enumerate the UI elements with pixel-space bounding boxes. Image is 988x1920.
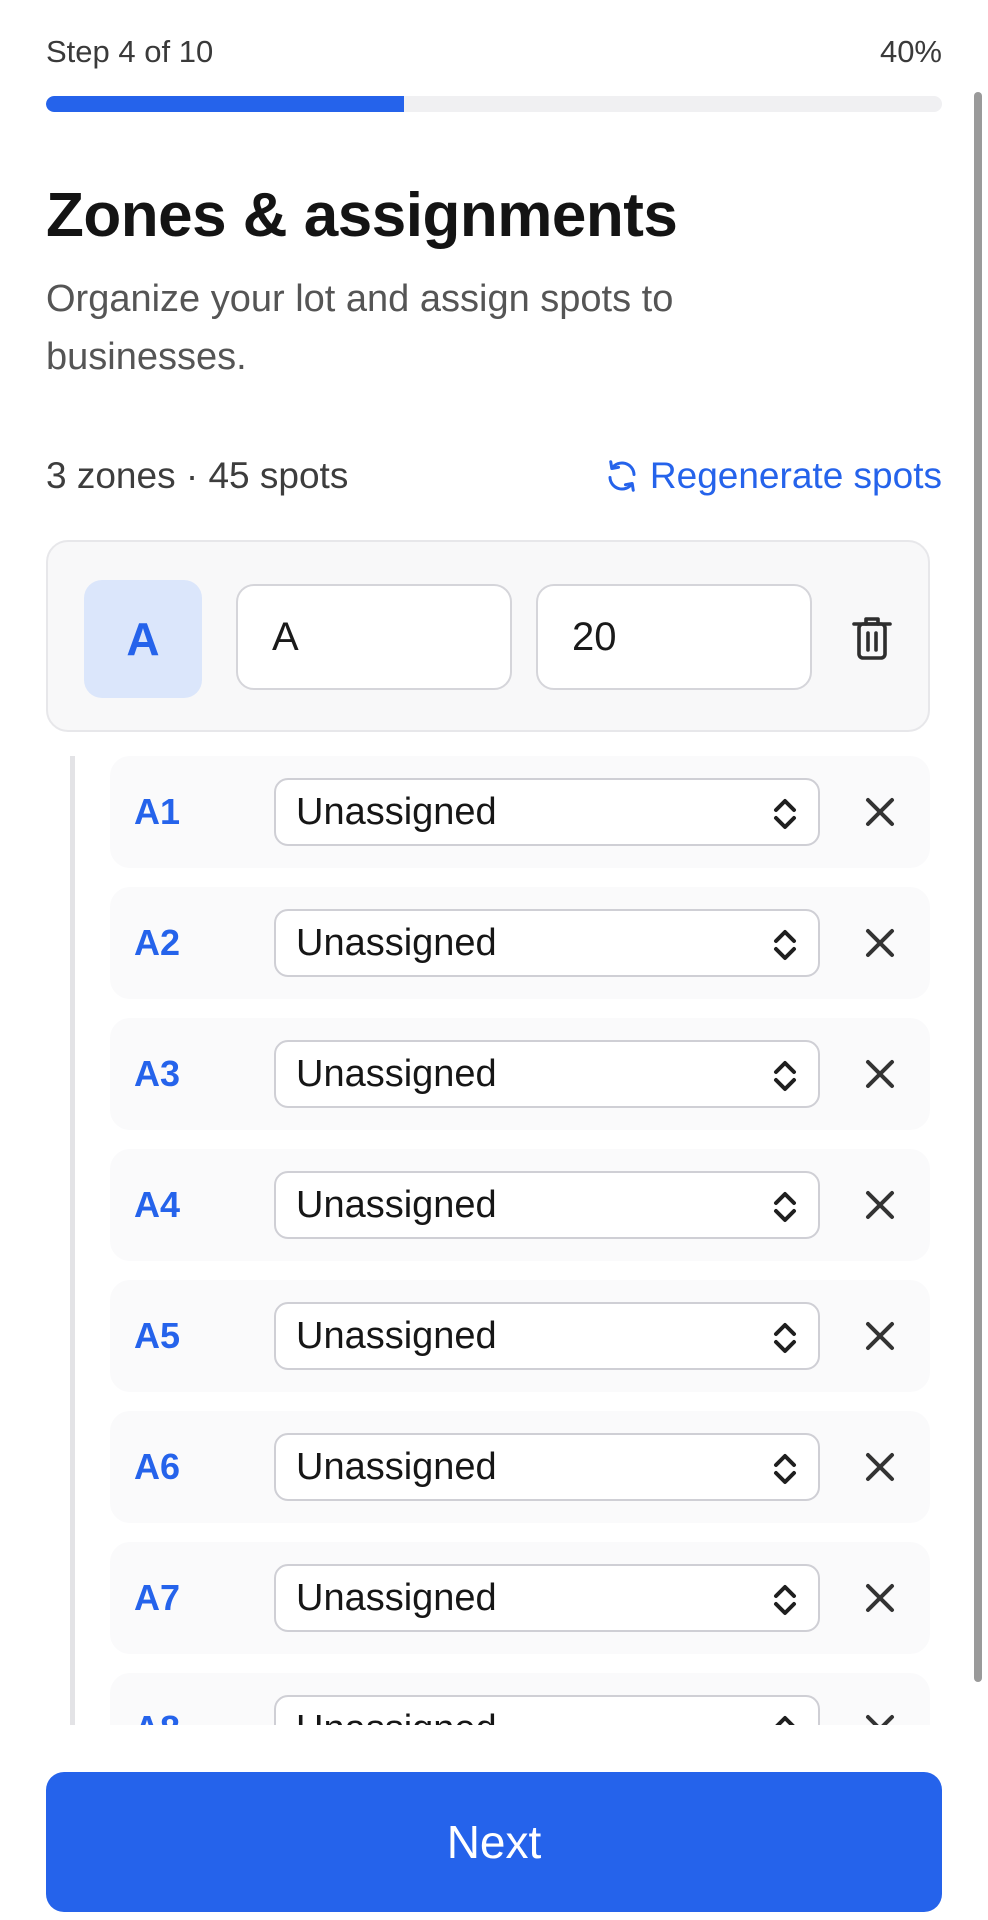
close-icon[interactable] [860, 792, 900, 832]
chevron-up-down-icon [774, 930, 796, 960]
chevron-up-down-icon [774, 1192, 796, 1222]
spot-assignment-select[interactable]: Unassigned [274, 778, 820, 846]
regenerate-spots-button[interactable]: Regenerate spots [604, 455, 942, 497]
spot-row: A8 Unassigned [110, 1673, 930, 1725]
spot-row: A6 Unassigned [110, 1411, 930, 1523]
zone-card: A A 20 [46, 540, 930, 732]
spot-row: A3 Unassigned [110, 1018, 930, 1130]
spot-label: A2 [134, 922, 181, 963]
spot-row: A7 Unassigned [110, 1542, 930, 1654]
chevron-up-down-icon [775, 1716, 795, 1725]
spot-label: A8 [134, 1673, 180, 1725]
close-icon[interactable] [860, 1578, 900, 1618]
step-indicator: Step 4 of 10 [46, 34, 214, 69]
page-subtitle: Organize your lot and assign spots to bu… [46, 278, 674, 378]
close-icon[interactable] [860, 1054, 900, 1094]
spot-assignment-value: Unassigned [296, 921, 497, 964]
zone-badge: A [84, 580, 202, 698]
spot-assignment-value: Unassigned [296, 1445, 497, 1488]
progress-bar-fill [46, 96, 405, 112]
chevron-up-down-icon [774, 1585, 796, 1615]
spot-assignment-select[interactable]: Unassigned [274, 1040, 820, 1108]
progress-header: Step 4 of 10 40% [46, 30, 942, 112]
spot-label: A7 [134, 1577, 181, 1618]
spot-assignment-select[interactable]: Unassigned [274, 1171, 820, 1239]
step-row: Step 4 of 10 40% [46, 30, 942, 74]
close-icon[interactable] [860, 1185, 900, 1225]
close-icon[interactable] [860, 1316, 900, 1356]
spot-label: A1 [134, 791, 181, 832]
spot-assignment-select[interactable]: Unassigned [274, 1302, 820, 1370]
spot-row: A1 Unassigned [110, 756, 930, 868]
spot-assignment-select[interactable]: Unassigned [274, 1564, 820, 1632]
spot-assignment-value: Unassigned [296, 1576, 497, 1619]
page-title: Zones & assignments [46, 181, 678, 250]
chevron-up-down-icon [774, 799, 796, 829]
spot-assignment-value: Unassigned [296, 1708, 497, 1726]
chevron-up-down-icon [774, 1454, 796, 1484]
summary-row: 3 zones · 45 spots Regenerate spots [46, 446, 942, 506]
progress-bar [46, 96, 942, 112]
close-icon[interactable] [860, 1709, 900, 1725]
spot-assignment-select[interactable]: Unassigned [274, 1695, 820, 1725]
spot-assignment-value: Unassigned [296, 1183, 497, 1226]
zone-spot-count-input[interactable]: 20 [536, 584, 812, 690]
trash-icon [852, 617, 892, 660]
zone-name-input[interactable]: A [236, 584, 512, 690]
chevron-up-down-icon [774, 1061, 796, 1091]
spot-assignment-select[interactable]: Unassigned [274, 909, 820, 977]
spot-assignment-value: Unassigned [296, 1314, 497, 1357]
close-icon[interactable] [860, 1447, 900, 1487]
zones-summary: 3 zones · 45 spots [46, 455, 349, 496]
progress-percent: 40% [879, 34, 942, 69]
regenerate-spots-label: Regenerate spots [649, 455, 942, 496]
spot-assignment-value: Unassigned [296, 790, 497, 833]
close-icon[interactable] [860, 923, 900, 963]
spot-label: A5 [134, 1315, 181, 1356]
spot-assignment-value: Unassigned [296, 1052, 497, 1095]
refresh-icon [608, 460, 636, 492]
spot-row: A4 Unassigned [110, 1149, 930, 1261]
spot-row: A5 Unassigned [110, 1280, 930, 1392]
spot-assignment-select[interactable]: Unassigned [274, 1433, 820, 1501]
spot-list-guide [70, 756, 75, 1725]
scroll-content[interactable]: Zones & assignments Organize your lot an… [0, 120, 988, 1725]
next-button[interactable]: Next [46, 1772, 942, 1912]
spot-row: A2 Unassigned [110, 887, 930, 999]
spot-label: A6 [134, 1446, 181, 1487]
chevron-up-down-icon [774, 1323, 796, 1353]
delete-zone-button[interactable] [848, 612, 896, 664]
spot-label: A4 [134, 1184, 181, 1225]
spot-label: A3 [134, 1053, 181, 1094]
